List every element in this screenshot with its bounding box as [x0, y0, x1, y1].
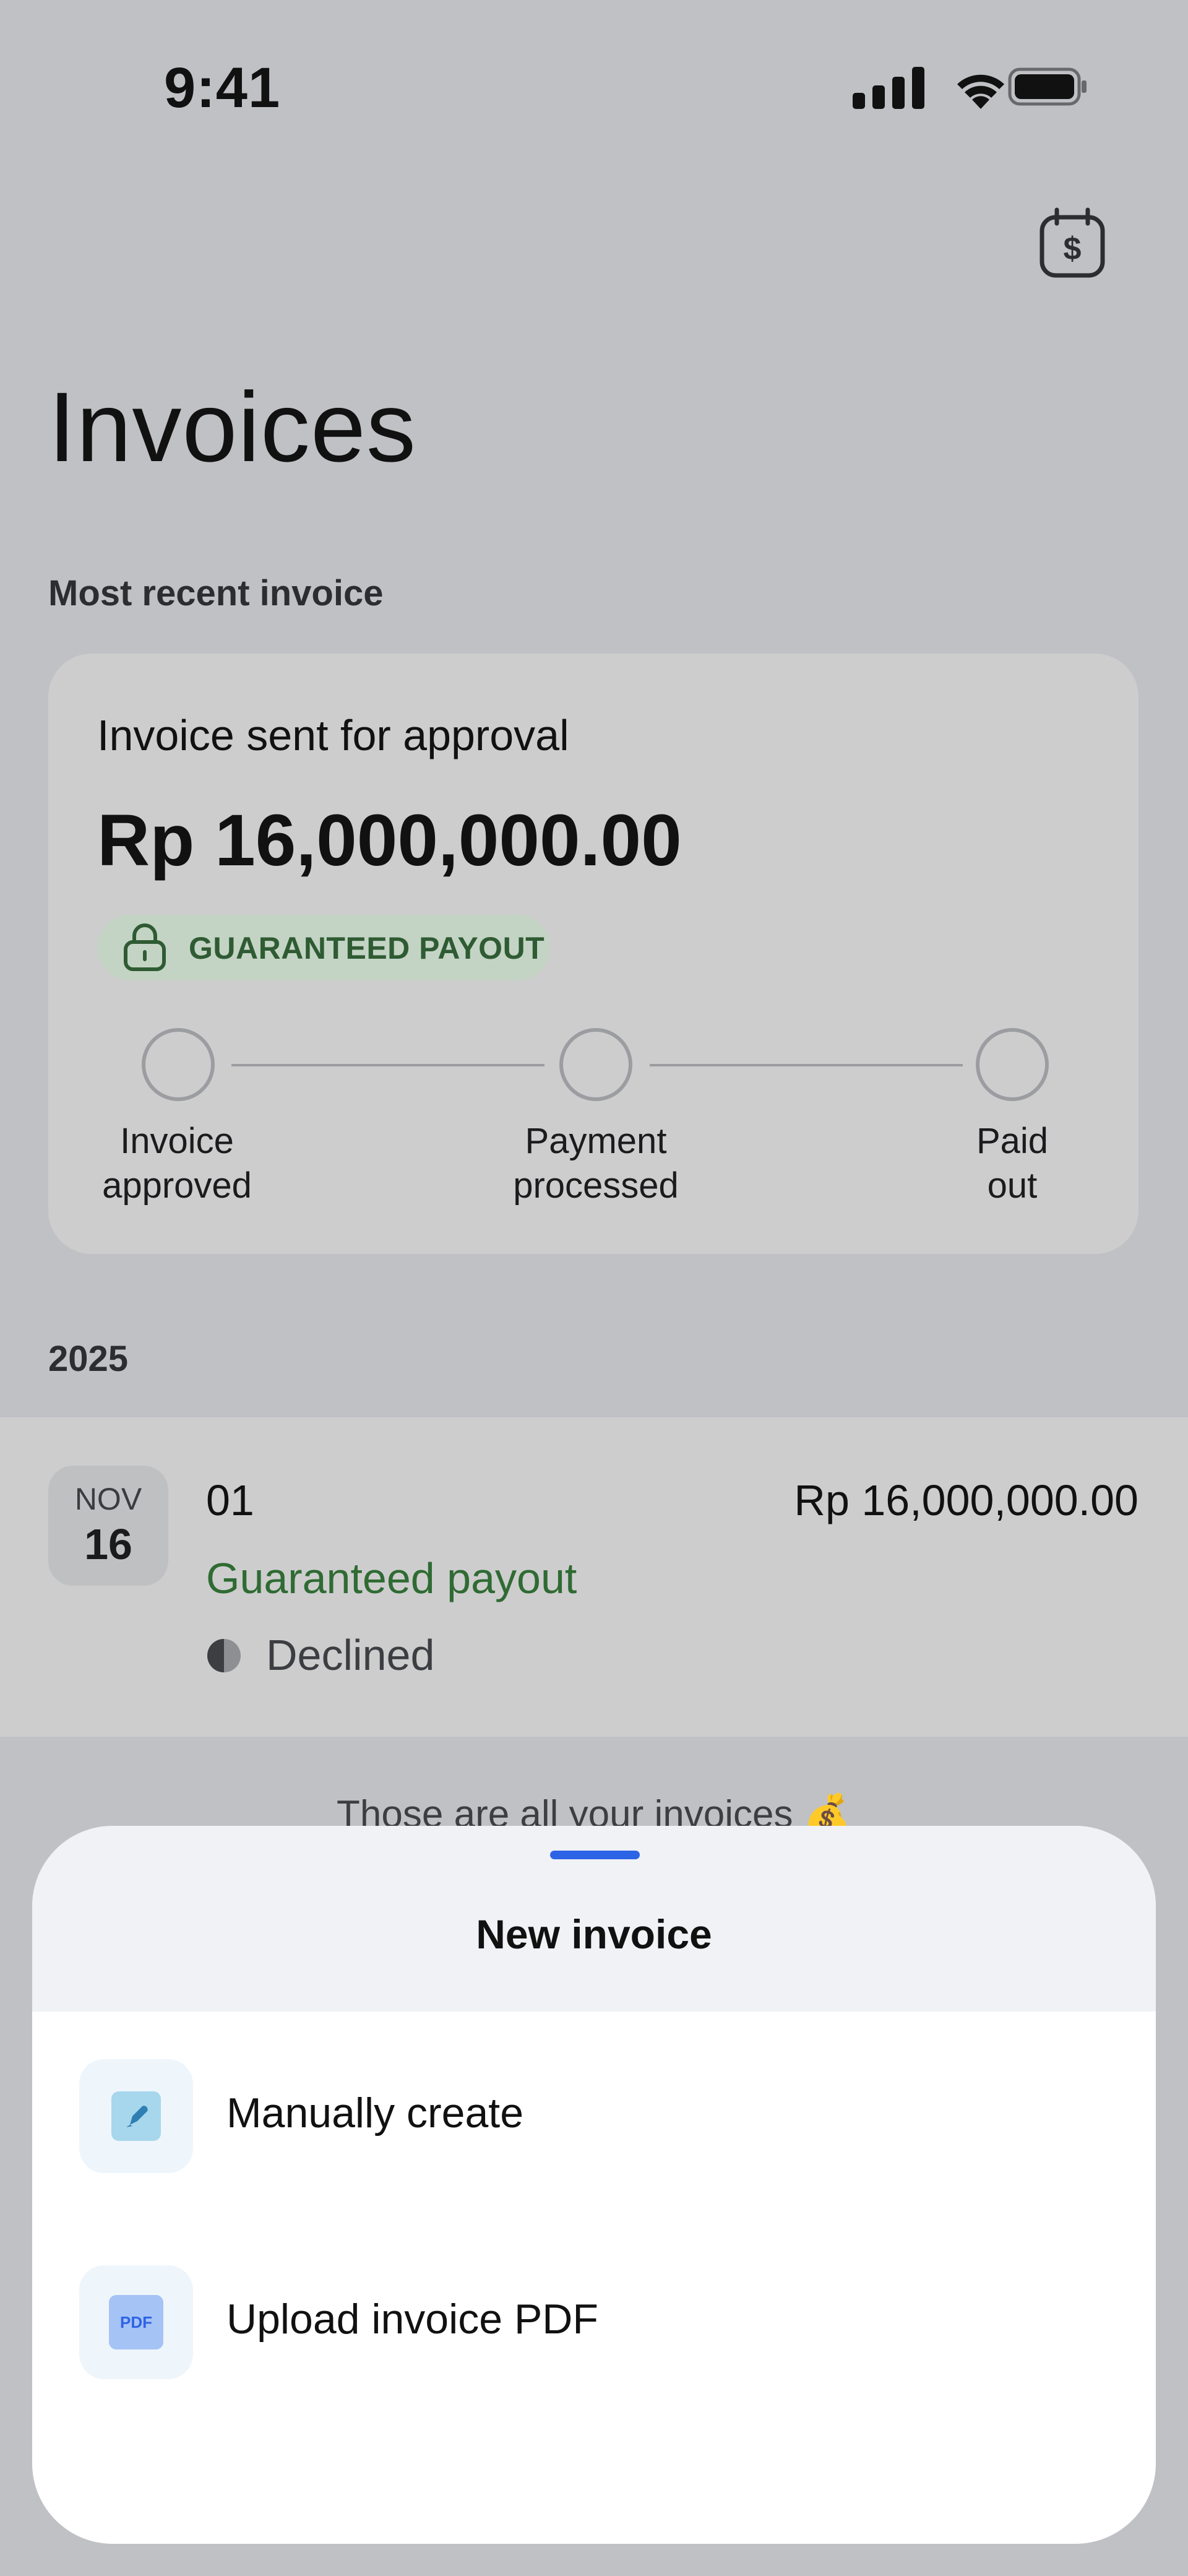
- step-circle-approved: [142, 1028, 215, 1101]
- sheet-title: New invoice: [476, 1911, 712, 1957]
- pencil-icon: [111, 2091, 161, 2141]
- svg-text:$: $: [1064, 231, 1082, 267]
- new-invoice-sheet: New invoice Manually create PDF Upload i…: [32, 1826, 1156, 2544]
- step-label-approved: Invoice approved: [102, 1121, 252, 1206]
- upload-pdf-label: Upload invoice PDF: [226, 2296, 598, 2343]
- invoice-row-amount: Rp 16,000,000.00: [794, 1476, 1138, 1524]
- cellular-signal-icon: [853, 67, 924, 109]
- invoice-type: Guaranteed payout: [206, 1554, 577, 1602]
- manually-create-label: Manually create: [226, 2090, 524, 2137]
- status-time: 9:41: [164, 56, 281, 119]
- battery-icon: [1008, 67, 1087, 106]
- step-label-processed: Payment processed: [513, 1121, 679, 1206]
- invoice-status-text: Invoice sent for approval: [97, 711, 569, 759]
- status-icons: [853, 67, 1087, 109]
- step-label-paid: Paid out: [976, 1121, 1049, 1206]
- invoice-status: Declined: [266, 1631, 435, 1679]
- date-month: NOV: [74, 1482, 142, 1516]
- invoice-row[interactable]: [0, 1417, 1188, 1737]
- wifi-icon: [957, 74, 1004, 109]
- section-label-recent: Most recent invoice: [48, 573, 384, 613]
- calendar-dollar-icon[interactable]: $: [1038, 207, 1106, 279]
- step-connector: [650, 1064, 963, 1066]
- manually-create-option[interactable]: [32, 2012, 1156, 2216]
- step-circle-processed: [559, 1028, 632, 1101]
- sheet-grabber[interactable]: [550, 1851, 640, 1859]
- date-day: 16: [84, 1520, 132, 1568]
- lock-icon: [124, 923, 166, 971]
- pdf-icon: PDF: [109, 2295, 163, 2349]
- badge-label: GUARANTEED PAYOUT: [189, 931, 545, 966]
- half-circle-status-icon: [207, 1639, 241, 1672]
- invoice-id: 01: [206, 1476, 254, 1524]
- invoice-amount: Rp 16,000,000.00: [97, 800, 682, 881]
- year-heading: 2025: [48, 1339, 129, 1379]
- page-title: Invoices: [48, 371, 416, 482]
- step-circle-paid: [976, 1028, 1049, 1101]
- step-connector: [231, 1064, 544, 1066]
